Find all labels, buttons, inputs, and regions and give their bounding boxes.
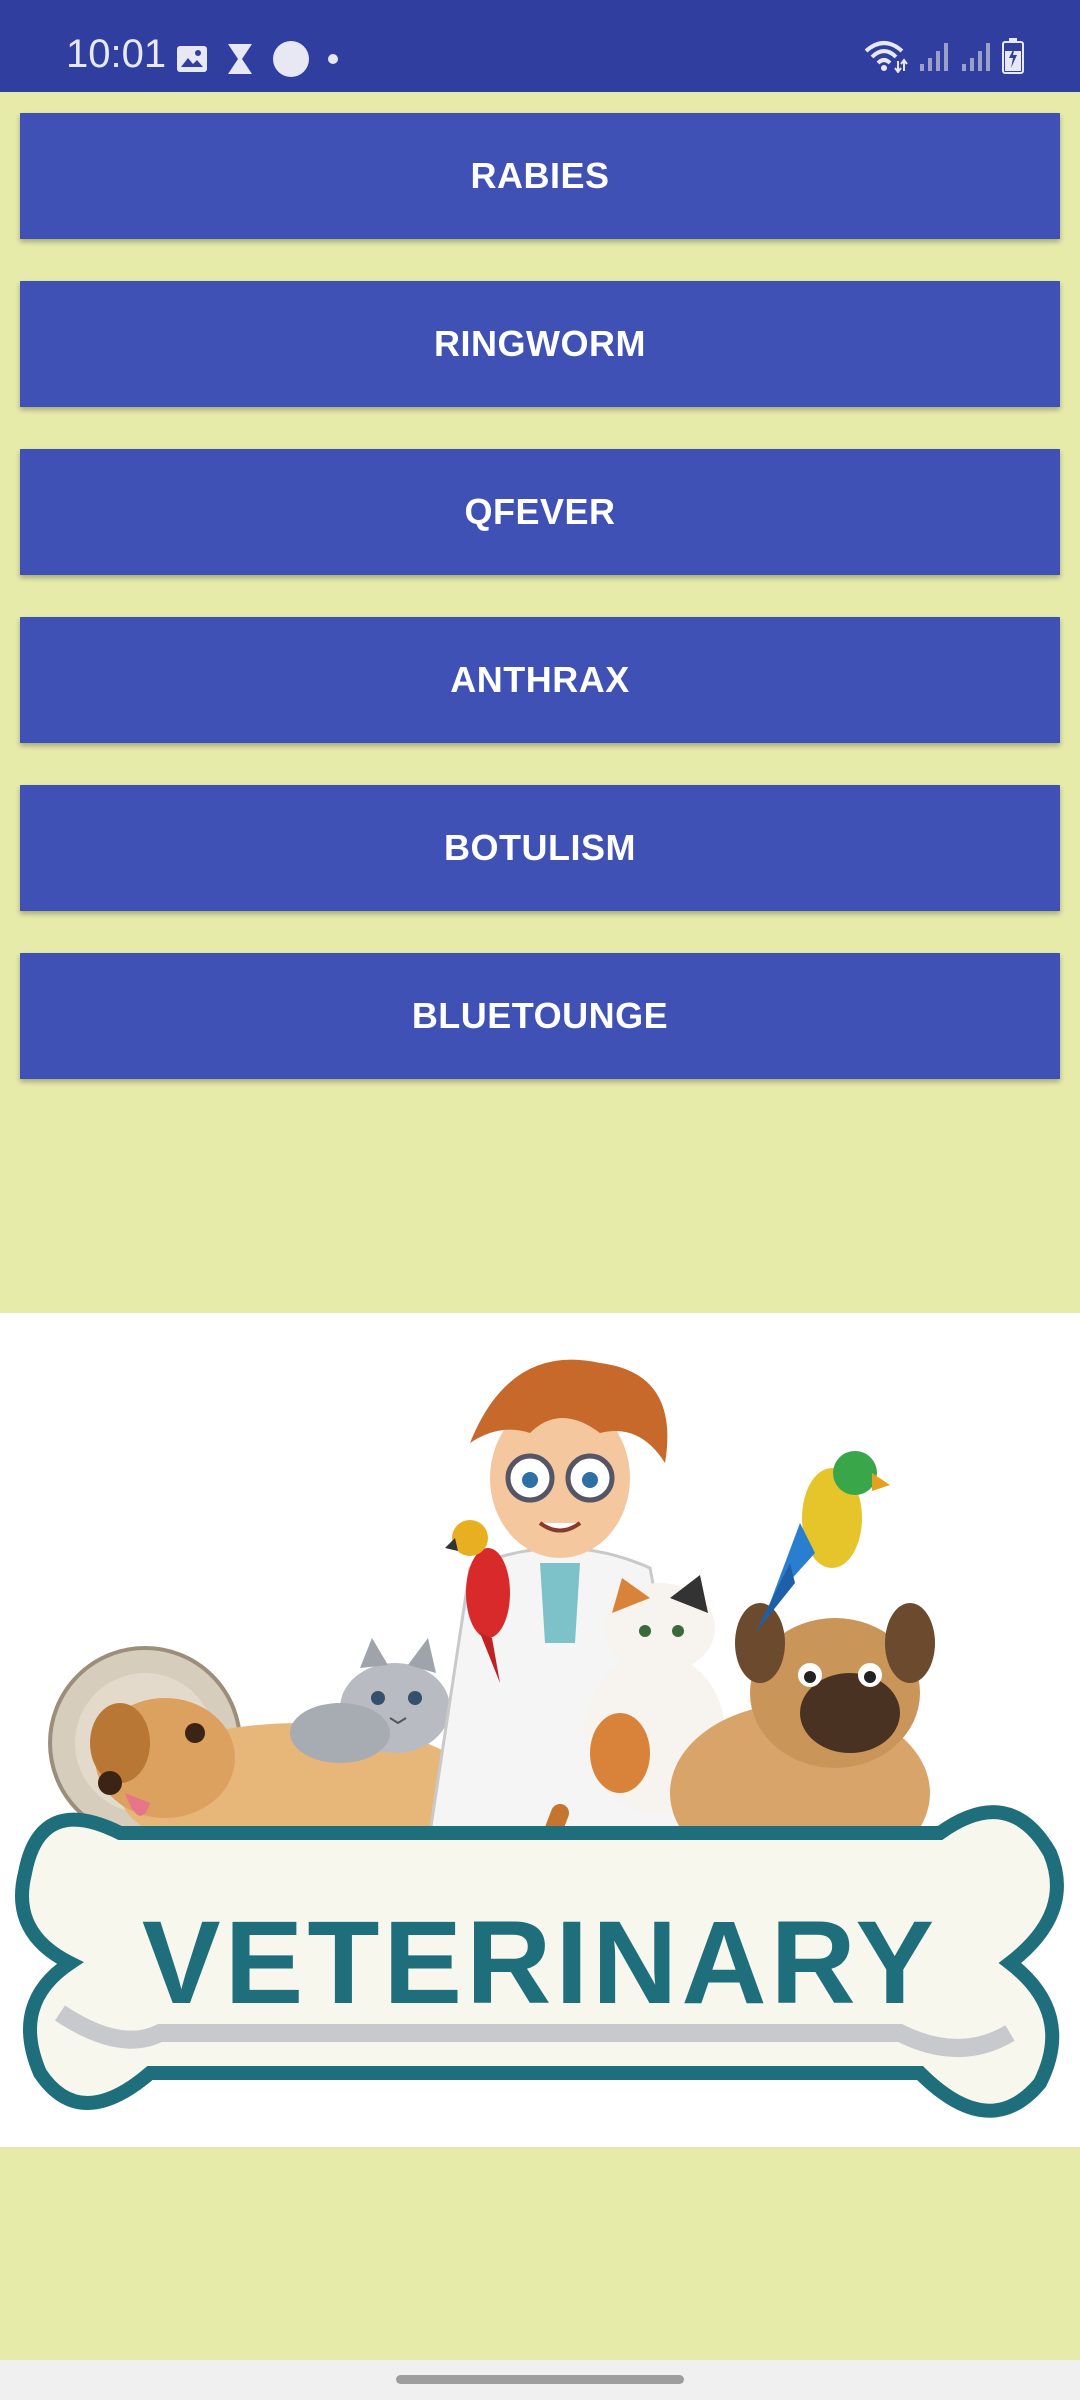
hourglass-icon [228, 44, 252, 74]
status-time: 10:01 [66, 32, 167, 76]
botulism-button[interactable]: BOTULISM [20, 785, 1060, 911]
ringworm-button[interactable]: RINGWORM [20, 281, 1060, 407]
circle-icon [273, 41, 309, 77]
rabies-button[interactable]: RABIES [20, 113, 1060, 239]
navigation-bar [0, 2360, 1080, 2400]
veterinary-text: VETERINARY [142, 1897, 938, 2029]
veterinary-artwork: VETERINARY [15, 1359, 1064, 2118]
bone-banner: VETERINARY [15, 1805, 1064, 2118]
veterinary-illustration: VETERINARY [0, 1313, 1080, 2147]
bluetounge-button[interactable]: BLUETOUNGE [20, 953, 1060, 1079]
signal-icon [920, 43, 948, 71]
grey-cat-icon [290, 1638, 450, 1763]
status-left-icons [176, 40, 356, 78]
qfever-button[interactable]: QFEVER [20, 449, 1060, 575]
status-bar: 10:01 [0, 0, 1080, 92]
disease-button-list: RABIES RINGWORM QFEVER ANTHRAX BOTULISM … [20, 113, 1060, 1121]
gallery-icon [177, 46, 207, 72]
blue-parrot-icon [755, 1451, 890, 1633]
wifi-icon [864, 41, 908, 73]
home-gesture-handle[interactable] [396, 2375, 684, 2384]
signal-icon [962, 43, 990, 71]
anthrax-button[interactable]: ANTHRAX [20, 617, 1060, 743]
battery-charging-icon [1002, 38, 1024, 74]
status-right-icons [854, 38, 1024, 74]
dot-icon [328, 54, 338, 64]
